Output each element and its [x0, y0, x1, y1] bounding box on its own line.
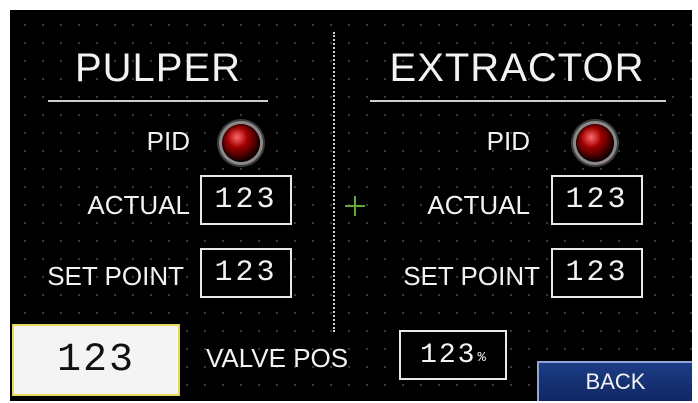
back-button[interactable]: BACK: [537, 361, 692, 401]
main-value-display: 123: [12, 324, 180, 396]
extractor-pid-label: PID: [486, 126, 530, 156]
pulper-pid-led-icon: [222, 124, 260, 162]
pulper-actual-value: 123: [200, 175, 292, 225]
crosshair-icon: [345, 196, 365, 216]
extractor-actual-label: ACTUAL: [427, 190, 530, 220]
pulper-actual-label: ACTUAL: [87, 190, 190, 220]
pulper-pid-label: PID: [146, 126, 190, 156]
panel-divider: [333, 32, 335, 332]
extractor-setpoint-label: SET POINT: [403, 261, 540, 291]
pulper-title-underline: [48, 100, 268, 102]
extractor-title: EXTRACTOR: [389, 46, 645, 90]
valve-pos-unit: %: [477, 350, 486, 366]
back-button-label: BACK: [585, 369, 646, 394]
pulper-title: PULPER: [74, 46, 242, 90]
pulper-setpoint-value[interactable]: 123: [200, 248, 292, 298]
extractor-actual-value: 123: [551, 175, 643, 225]
extractor-pid-led-icon: [576, 124, 614, 162]
valve-pos-value: 123: [420, 339, 477, 371]
valve-pos-display: 123%: [399, 330, 507, 380]
extractor-title-underline: [370, 100, 666, 102]
extractor-setpoint-value[interactable]: 123: [551, 248, 643, 298]
pulper-setpoint-label: SET POINT: [47, 261, 184, 291]
valve-pos-label: VALVE POS: [206, 343, 349, 373]
hmi-screen: PULPER PID ACTUAL 123 SET POINT 123 EXTR…: [10, 10, 692, 401]
